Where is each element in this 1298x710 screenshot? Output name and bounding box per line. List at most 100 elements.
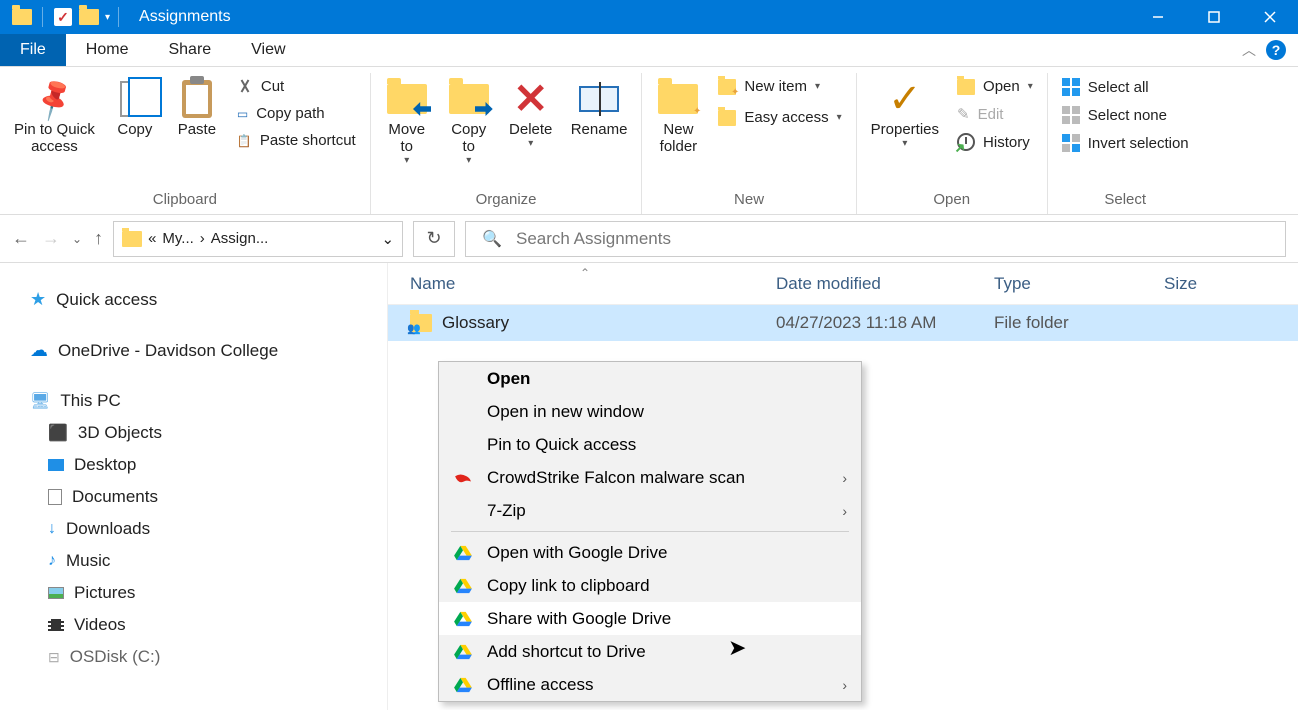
properties-button[interactable]: ✓ Properties ▾ [865, 73, 945, 153]
up-button[interactable]: ↑ [94, 228, 103, 249]
sidebar-item-3d-objects[interactable]: ⬛3D Objects [30, 417, 387, 449]
paste-button[interactable]: Paste [169, 73, 225, 142]
qat-dropdown-icon[interactable]: ▾ [105, 12, 110, 23]
column-header-size[interactable]: Size [1164, 274, 1298, 294]
pin-to-quick-access-button[interactable]: 📌 Pin to Quick access [8, 73, 101, 159]
history-icon [957, 133, 975, 151]
recent-locations-dropdown[interactable]: ⌄ [72, 232, 82, 246]
sidebar-item-downloads[interactable]: ↓Downloads [30, 513, 387, 545]
copy-path-button[interactable]: ▭Copy path [231, 102, 362, 125]
star-icon: ★ [30, 289, 46, 310]
window-controls [1130, 0, 1298, 34]
tab-file[interactable]: File [0, 34, 66, 66]
sidebar-item-osdisk[interactable]: ⊟OSDisk (C:) [30, 641, 387, 673]
context-menu-crowdstrike[interactable]: CrowdStrike Falcon malware scan› [439, 461, 861, 494]
easy-access-button[interactable]: Easy access ▾ [712, 106, 847, 129]
open-folder-icon [957, 79, 975, 95]
context-menu-open-gdrive[interactable]: Open with Google Drive [439, 536, 861, 569]
history-button[interactable]: History [951, 130, 1039, 154]
tab-view[interactable]: View [231, 34, 305, 66]
quick-access-toolbar: ✓ ▾ [0, 5, 125, 29]
edit-icon: ✎ [957, 105, 970, 123]
download-icon: ↓ [48, 520, 56, 538]
cut-button[interactable]: Cut [231, 75, 362, 98]
sidebar-item-videos[interactable]: Videos [30, 609, 387, 641]
tab-share[interactable]: Share [148, 34, 231, 66]
column-header-type[interactable]: Type [994, 274, 1164, 294]
navigation-pane: ★Quick access ☁OneDrive - Davidson Colle… [0, 263, 388, 710]
invert-selection-button[interactable]: Invert selection [1056, 131, 1195, 155]
search-box[interactable]: 🔍 Search Assignments [465, 221, 1286, 257]
collapse-ribbon-icon[interactable]: ︿ [1242, 40, 1256, 60]
file-name: Glossary [442, 313, 509, 333]
context-menu-offline-access[interactable]: Offline access› [439, 668, 861, 701]
paste-shortcut-icon: 📋 [237, 134, 252, 148]
ribbon-group-new: ✦ New folder ✦New item ▾ Easy access ▾ N… [642, 73, 856, 214]
breadcrumb-seg[interactable]: Assign... [211, 230, 269, 247]
sidebar-item-desktop[interactable]: Desktop [30, 449, 387, 481]
forward-button[interactable]: → [42, 228, 60, 249]
sidebar-item-documents[interactable]: Documents [30, 481, 387, 513]
invert-selection-icon [1062, 134, 1080, 152]
new-folder-button[interactable]: ✦ New folder [650, 73, 706, 159]
breadcrumb-overflow[interactable]: « [148, 230, 156, 247]
google-drive-icon [454, 644, 472, 660]
maximize-button[interactable] [1186, 0, 1242, 34]
help-icon[interactable]: ? [1266, 40, 1286, 60]
new-folder-qat-icon[interactable] [77, 5, 101, 29]
chevron-right-icon: › [842, 677, 847, 693]
copy-button[interactable]: Copy [107, 73, 163, 142]
disk-icon: ⊟ [48, 649, 60, 666]
sidebar-item-quick-access[interactable]: ★Quick access [30, 283, 387, 316]
back-button[interactable]: ← [12, 228, 30, 249]
clipboard-icon [182, 80, 212, 118]
delete-button[interactable]: ✕ Delete ▾ [503, 73, 559, 153]
column-header-date[interactable]: Date modified [776, 274, 994, 294]
ribbon-group-organize: Move to▾ Copy to▾ ✕ Delete ▾ Rename Orga… [371, 73, 643, 214]
close-button[interactable] [1242, 0, 1298, 34]
document-icon [48, 489, 62, 505]
file-row[interactable]: 👥 Glossary 04/27/2023 11:18 AM File fold… [388, 305, 1298, 341]
copy-to-button[interactable]: Copy to▾ [441, 73, 497, 170]
google-drive-icon [454, 545, 472, 561]
sidebar-item-onedrive[interactable]: ☁OneDrive - Davidson College [30, 334, 387, 367]
sidebar-item-this-pc[interactable]: 🖥This PC [30, 385, 387, 417]
minimize-button[interactable] [1130, 0, 1186, 34]
column-header-name[interactable]: Name⌃ [410, 274, 776, 294]
crowdstrike-icon [454, 471, 472, 485]
context-menu-open-new-window[interactable]: Open in new window [439, 395, 861, 428]
address-bar[interactable]: « My... › Assign... ⌄ [113, 221, 403, 257]
context-menu-add-shortcut-drive[interactable]: Add shortcut to Drive [439, 635, 861, 668]
rename-button[interactable]: Rename [565, 73, 634, 142]
paste-shortcut-button[interactable]: 📋Paste shortcut [231, 129, 362, 152]
properties-qat-icon[interactable]: ✓ [51, 5, 75, 29]
ribbon-group-clipboard: 📌 Pin to Quick access Copy Paste Cut ▭Co… [0, 73, 371, 214]
file-type: File folder [994, 313, 1164, 333]
select-all-button[interactable]: Select all [1056, 75, 1195, 99]
context-menu-7zip[interactable]: 7-Zip› [439, 494, 861, 527]
breadcrumb-chevron-icon[interactable]: › [200, 230, 205, 247]
address-dropdown-icon[interactable]: ⌄ [381, 230, 394, 248]
tab-home[interactable]: Home [66, 34, 149, 66]
search-icon: 🔍 [482, 229, 502, 249]
context-menu-share-gdrive[interactable]: Share with Google Drive [439, 602, 861, 635]
move-to-button[interactable]: Move to▾ [379, 73, 435, 170]
context-menu-open[interactable]: Open [439, 362, 861, 395]
edit-button[interactable]: ✎Edit [951, 102, 1039, 126]
select-none-button[interactable]: Select none [1056, 103, 1195, 127]
ribbon-group-label: Select [1056, 187, 1195, 214]
refresh-button[interactable]: ↻ [413, 221, 455, 257]
context-menu-pin-quick-access[interactable]: Pin to Quick access [439, 428, 861, 461]
delete-x-icon: ✕ [513, 78, 548, 120]
music-icon: ♪ [48, 552, 56, 570]
cloud-icon: ☁ [30, 340, 48, 361]
new-item-button[interactable]: ✦New item ▾ [712, 75, 847, 98]
open-button[interactable]: Open ▾ [951, 75, 1039, 98]
ribbon-group-label: Organize [379, 187, 634, 214]
sidebar-item-pictures[interactable]: Pictures [30, 577, 387, 609]
ribbon-tabs: File Home Share View ︿ ? [0, 34, 1298, 67]
breadcrumb-seg[interactable]: My... [162, 230, 193, 247]
sidebar-item-music[interactable]: ♪Music [30, 545, 387, 577]
pc-icon: 🖥 [30, 391, 50, 411]
context-menu-copy-link[interactable]: Copy link to clipboard [439, 569, 861, 602]
